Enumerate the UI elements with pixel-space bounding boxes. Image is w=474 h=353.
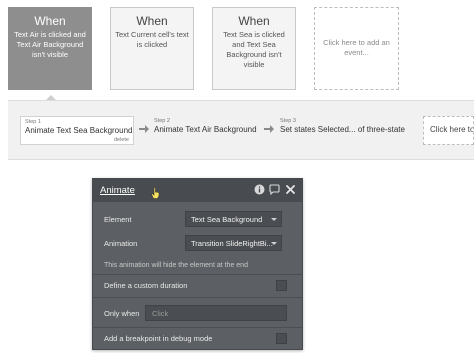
animation-dropdown-value: Transition SlideRightBi...	[191, 239, 273, 248]
custom-duration-checkbox[interactable]	[276, 280, 287, 291]
step-number: Step 3	[280, 118, 296, 124]
only-when-placeholder: Click	[152, 309, 169, 318]
step-title: Animate Text Sea Background	[25, 126, 133, 135]
step-2[interactable]: Step 2 Animate Text Air Background	[154, 116, 257, 145]
animation-dropdown[interactable]: Transition SlideRightBi...	[185, 235, 282, 251]
step-number: Step 2	[154, 118, 170, 124]
element-dropdown[interactable]: Text Sea Background	[185, 211, 282, 227]
comment-icon[interactable]	[269, 184, 280, 195]
step-title: Animate Text Air Background	[154, 125, 257, 134]
event-description: Text Air is clicked and Text Air Backgro…	[14, 30, 86, 59]
only-when-label: Only when	[104, 309, 140, 318]
add-event-label: Click here to add an event...	[323, 38, 390, 57]
delete-step-link[interactable]: delete	[114, 137, 129, 143]
element-label: Element	[104, 215, 132, 224]
event-card-3[interactable]: When Text Sea is clicked and Text Sea Ba…	[212, 7, 296, 90]
add-action-label: Click here to	[430, 125, 474, 134]
animate-property-panel: Animate Element Text Sea Background Anim…	[92, 178, 303, 350]
actions-strip: Step 1 Animate Text Sea Background delet…	[8, 100, 474, 160]
only-when-input[interactable]: Click	[145, 305, 287, 321]
breakpoint-checkbox[interactable]	[276, 333, 287, 344]
chevron-down-icon	[271, 218, 277, 221]
breakpoint-label: Add a breakpoint in debug mode	[104, 334, 213, 343]
close-icon[interactable]	[285, 184, 296, 195]
event-description: Text Sea is clicked and Text Sea Backgro…	[223, 30, 285, 69]
event-heading: When	[34, 14, 66, 28]
custom-duration-label: Define a custom duration	[104, 281, 188, 290]
divider	[93, 327, 302, 328]
event-heading: When	[136, 14, 168, 28]
animation-note: This animation will hide the element at …	[104, 262, 248, 269]
add-action-button[interactable]: Click here to	[423, 116, 474, 145]
step-3[interactable]: Step 3 Set states Selected... of three-s…	[280, 116, 405, 145]
animation-label: Animation	[104, 239, 138, 248]
info-icon[interactable]	[254, 184, 265, 195]
add-event-button[interactable]: Click here to add an event...	[314, 7, 399, 90]
event-card-1[interactable]: When Text Air is clicked and Text Air Ba…	[8, 7, 92, 90]
event-card-2[interactable]: When Text Current cell's text is clicked	[110, 7, 194, 90]
workflow-editor: When Text Air is clicked and Text Air Ba…	[0, 0, 474, 353]
event-description: Text Current cell's text is clicked	[115, 30, 189, 49]
element-dropdown-value: Text Sea Background	[191, 215, 263, 224]
panel-title-link[interactable]: Animate	[100, 185, 135, 196]
divider	[93, 274, 302, 275]
panel-header: Animate	[93, 179, 302, 202]
event-heading: When	[238, 14, 270, 28]
pointer-cursor-icon	[151, 187, 160, 199]
chevron-down-icon	[271, 242, 277, 245]
step-1[interactable]: Step 1 Animate Text Sea Background delet…	[20, 116, 134, 145]
arrow-right-icon	[139, 125, 149, 133]
step-number: Step 1	[25, 119, 41, 125]
step-title: Set states Selected... of three-state	[280, 125, 405, 134]
divider	[93, 297, 302, 298]
arrow-right-icon	[264, 125, 274, 133]
